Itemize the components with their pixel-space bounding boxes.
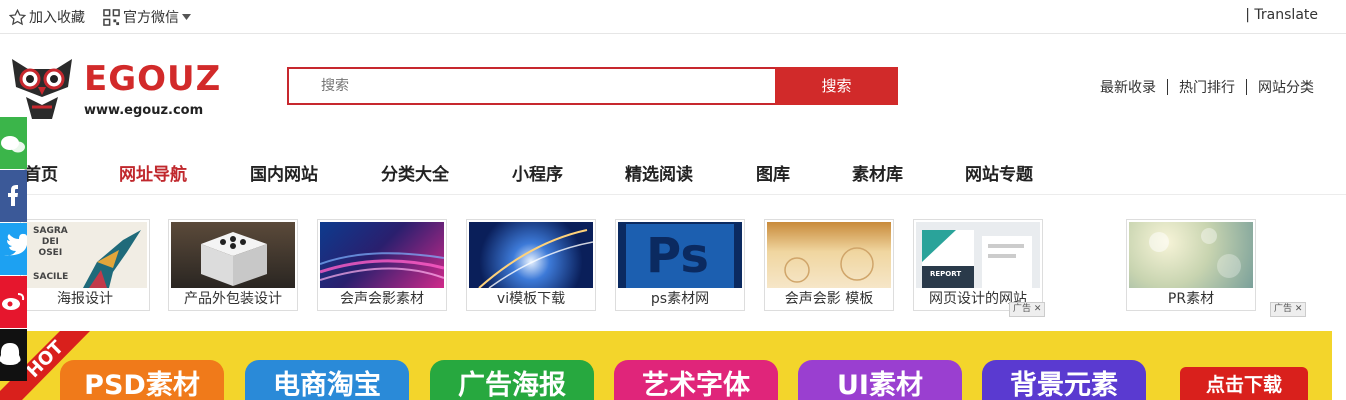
close-icon[interactable]: ✕ bbox=[1295, 304, 1303, 314]
tile-video-template[interactable]: 会声会影 模板 bbox=[764, 219, 894, 311]
tile-caption: 会声会影素材 bbox=[340, 291, 424, 307]
category-ui-materials-button[interactable]: UI素材 bbox=[798, 360, 962, 400]
link-divider bbox=[1246, 79, 1247, 95]
ad-label: 广告 bbox=[1274, 304, 1293, 314]
report-text: REPORT bbox=[930, 270, 962, 278]
caret-down-icon bbox=[182, 14, 191, 20]
weibo-icon bbox=[2, 293, 25, 310]
tile-caption: 产品外包装设计 bbox=[184, 291, 282, 307]
add-favorite-link[interactable]: 加入收藏 bbox=[9, 7, 85, 27]
hot-ranking-link[interactable]: 热门排行 bbox=[1179, 77, 1235, 97]
web-design-thumbnail: REPORT bbox=[916, 222, 1040, 288]
search-box bbox=[287, 67, 779, 105]
tile-caption: ps素材网 bbox=[650, 291, 710, 307]
search-input[interactable] bbox=[319, 77, 743, 95]
link-divider bbox=[1167, 79, 1168, 95]
tile-caption: 会声会影 模板 bbox=[784, 291, 874, 307]
ad-badge[interactable]: 广告 ✕ bbox=[1009, 302, 1046, 317]
header-links: 最新收录 热门排行 网站分类 bbox=[1100, 77, 1314, 97]
tile-caption: 海报设计 bbox=[57, 291, 113, 307]
nav-item-url-navigation[interactable]: 网址导航 bbox=[119, 160, 187, 185]
tile-poster-design[interactable]: SAGRA DEI OSEI SACILE 海报设计 bbox=[20, 219, 150, 311]
download-button[interactable]: 点击下载 bbox=[1180, 367, 1308, 400]
translate-link[interactable]: | Translate bbox=[1245, 7, 1318, 23]
tile-web-design[interactable]: REPORT 网页设计的网站 bbox=[913, 219, 1043, 311]
category-art-font-button[interactable]: 艺术字体 bbox=[614, 360, 778, 400]
add-favorite-label: 加入收藏 bbox=[29, 10, 85, 26]
nav-item-materials[interactable]: 素材库 bbox=[852, 160, 903, 185]
decorative-swirls bbox=[784, 247, 874, 283]
star-icon bbox=[9, 8, 26, 25]
twitter-share-button[interactable] bbox=[0, 223, 27, 275]
report-illustration bbox=[922, 230, 1032, 288]
tile-packaging-design[interactable]: 产品外包装设计 bbox=[168, 219, 298, 311]
nav-item-topics[interactable]: 网站专题 bbox=[965, 160, 1033, 185]
wechat-share-button[interactable] bbox=[0, 117, 27, 169]
category-ad-poster-button[interactable]: 广告海报 bbox=[430, 360, 594, 400]
photoshop-logo-text: Ps bbox=[646, 228, 709, 284]
search-bar: 搜索 bbox=[287, 67, 898, 105]
video-template-thumbnail bbox=[767, 222, 891, 288]
tile-vi-template[interactable]: vi模板下载 bbox=[466, 219, 596, 311]
bird-illustration bbox=[83, 230, 141, 288]
twitter-icon bbox=[4, 233, 27, 256]
hot-category-banner: HOT PSD素材 电商淘宝 广告海报 艺术字体 UI素材 背景元素 点击下载 bbox=[0, 331, 1332, 400]
logo-url: www.egouz.com bbox=[84, 103, 204, 118]
ad-label: 广告 bbox=[1013, 304, 1032, 314]
nav-item-gallery[interactable]: 图库 bbox=[756, 160, 790, 185]
site-logo[interactable]: EGOUZ www.egouz.com bbox=[8, 57, 223, 123]
category-background-button[interactable]: 背景元素 bbox=[982, 360, 1146, 400]
facebook-icon bbox=[8, 185, 18, 206]
tile-caption: vi模板下载 bbox=[496, 291, 566, 307]
official-wechat-label: 官方微信 bbox=[123, 10, 179, 26]
search-button[interactable]: 搜索 bbox=[775, 67, 898, 105]
tile-video-effects[interactable]: 会声会影素材 bbox=[317, 219, 447, 311]
nav-item-mini-programs[interactable]: 小程序 bbox=[512, 160, 563, 185]
nav-item-home[interactable]: 首页 bbox=[24, 160, 58, 185]
main-nav: 首页 网址导航 国内网站 分类大全 小程序 精选阅读 图库 素材库 网站专题 bbox=[0, 150, 1346, 195]
category-psd-button[interactable]: PSD素材 bbox=[60, 360, 224, 400]
poster-thumbnail: SAGRA DEI OSEI SACILE bbox=[23, 222, 147, 288]
latest-additions-link[interactable]: 最新收录 bbox=[1100, 77, 1156, 97]
facebook-share-button[interactable] bbox=[0, 170, 27, 222]
weibo-share-button[interactable] bbox=[0, 276, 27, 328]
nav-item-categories[interactable]: 分类大全 bbox=[381, 160, 449, 185]
nav-item-domestic-sites[interactable]: 国内网站 bbox=[250, 160, 318, 185]
wechat-icon bbox=[1, 136, 25, 153]
site-categories-link[interactable]: 网站分类 bbox=[1258, 77, 1314, 97]
logo-wordmark: EGOUZ bbox=[84, 59, 222, 99]
owl-mascot-icon bbox=[12, 59, 72, 119]
qr-code-icon bbox=[103, 8, 120, 26]
top-bar: 加入收藏 官方微信 | Translate bbox=[0, 0, 1346, 34]
nav-item-featured-reading[interactable]: 精选阅读 bbox=[625, 160, 693, 185]
qq-icon bbox=[0, 343, 21, 365]
photoshop-thumbnail: Ps bbox=[618, 222, 742, 288]
tile-pr-materials[interactable]: PR素材 bbox=[1126, 219, 1256, 311]
bokeh-illustration bbox=[1149, 228, 1241, 278]
light-burst bbox=[478, 229, 593, 288]
vi-template-thumbnail bbox=[469, 222, 593, 288]
packaging-thumbnail bbox=[171, 222, 295, 288]
tile-caption: PR素材 bbox=[1167, 291, 1215, 307]
pr-thumbnail bbox=[1129, 222, 1253, 288]
tile-ps-materials[interactable]: Ps ps素材网 bbox=[615, 219, 745, 311]
official-wechat-link[interactable]: 官方微信 bbox=[103, 7, 191, 27]
ad-badge[interactable]: 广告 ✕ bbox=[1270, 302, 1307, 317]
light-streaks bbox=[320, 252, 444, 281]
category-ecommerce-button[interactable]: 电商淘宝 bbox=[245, 360, 409, 400]
qq-share-button[interactable] bbox=[0, 329, 27, 381]
video-effects-thumbnail bbox=[320, 222, 444, 288]
close-icon[interactable]: ✕ bbox=[1034, 304, 1042, 314]
box-illustration bbox=[201, 232, 267, 286]
